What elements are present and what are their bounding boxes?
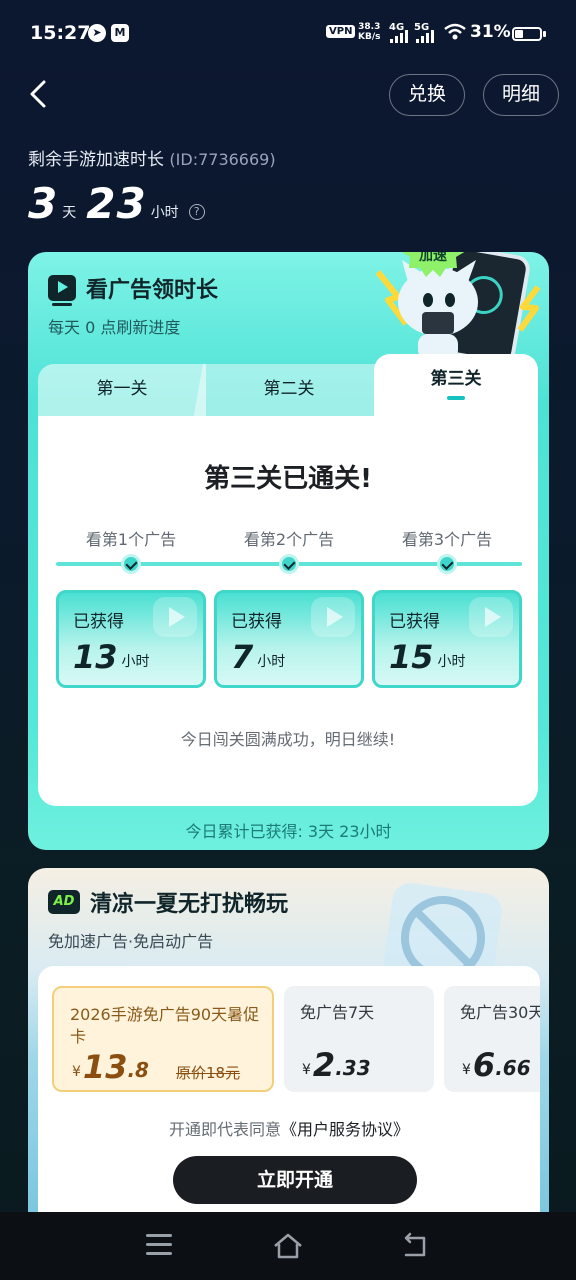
plan-list[interactable]: 2026手游免广告90天暑促卡 ¥13.8 原价18元 免广告7天 ¥2.33 … bbox=[52, 986, 540, 1094]
tab-level-1[interactable]: 第一关 bbox=[38, 364, 206, 420]
status-bar: 15:27 ➤ M VPN 38.3 KB/s 4G 5G 31% bbox=[0, 0, 576, 68]
active-tab-indicator bbox=[447, 396, 465, 400]
ad-free-card: AD 清凉一夏无打扰畅玩 免加速广告·免启动广告 2026手游免广告90天暑促卡… bbox=[28, 868, 549, 1212]
reward-hours: 13 bbox=[73, 638, 118, 676]
back-icon[interactable] bbox=[22, 74, 62, 114]
ad-free-subtitle: 免加速广告·免启动广告 bbox=[48, 932, 214, 951]
plan-price: ¥13.8 bbox=[72, 1048, 149, 1086]
plan-price: ¥2.33 bbox=[302, 1046, 371, 1084]
service-agreement-link[interactable]: 《用户服务协议》 bbox=[281, 1120, 409, 1139]
check-icon bbox=[121, 554, 141, 574]
mail-icon: M bbox=[111, 24, 129, 42]
battery-percent: 31% bbox=[470, 22, 511, 42]
play-icon bbox=[469, 597, 513, 637]
user-id: (ID:7736669) bbox=[169, 150, 276, 169]
reward-card: 已获得 7 小时 bbox=[214, 590, 364, 688]
watch-ad-card: 看广告领时长 每天 0 点刷新进度 免费 加速 第一关 第二关 第三关 第三关已… bbox=[28, 252, 549, 850]
reward-card: 已获得 15 小时 bbox=[372, 590, 522, 688]
free-boost-badge: 免费 加速 bbox=[401, 252, 465, 277]
home-icon[interactable] bbox=[272, 1232, 304, 1260]
plans-panel: 2026手游免广告90天暑促卡 ¥13.8 原价18元 免广告7天 ¥2.33 … bbox=[38, 966, 540, 1212]
exchange-button[interactable]: 兑换 bbox=[389, 74, 465, 116]
remaining-label: 剩余手游加速时长 (ID:7736669) bbox=[28, 150, 276, 170]
passed-title: 第三关已通关! bbox=[204, 464, 372, 494]
svg-text:加速: 加速 bbox=[418, 252, 447, 264]
hours-value: 23 bbox=[86, 179, 147, 228]
remaining-time: 3 天 23 小时 ? bbox=[28, 176, 205, 228]
level-tabs: 第一关 第二关 第三关 bbox=[38, 354, 538, 420]
reward-hours: 7 bbox=[231, 638, 254, 676]
system-nav-bar bbox=[0, 1212, 576, 1280]
vpn-badge: VPN bbox=[326, 25, 356, 38]
plan-option-30days[interactable]: 免广告30天 ¥6.66 bbox=[444, 986, 540, 1092]
battery-icon bbox=[512, 27, 542, 41]
status-time: 15:27 bbox=[30, 22, 91, 44]
plan-name: 免广告30天 bbox=[460, 1003, 540, 1022]
wifi-icon bbox=[444, 22, 466, 47]
help-icon[interactable]: ? bbox=[188, 204, 205, 220]
check-icon bbox=[279, 554, 299, 574]
agreement-text: 开通即代表同意《用户服务协议》 bbox=[168, 1120, 410, 1139]
tab-level-2[interactable]: 第二关 bbox=[193, 364, 383, 420]
open-now-button[interactable]: 立即开通 bbox=[173, 1156, 417, 1204]
detail-button[interactable]: 明细 bbox=[483, 74, 559, 116]
level-panel: 第三关已通关! 看第1个广告 已获得 13 小时 看第2个广告 已获得 7 小时 看… bbox=[38, 416, 538, 806]
return-icon[interactable] bbox=[400, 1232, 432, 1260]
telegram-icon: ➤ bbox=[88, 24, 106, 42]
ad-free-title: 清凉一夏无打扰畅玩 bbox=[90, 892, 289, 917]
reward-card: 已获得 13 小时 bbox=[56, 590, 206, 688]
check-icon bbox=[437, 554, 457, 574]
signal-icon bbox=[416, 30, 434, 43]
step-label: 看第1个广告 bbox=[85, 530, 177, 549]
signal-icon bbox=[390, 30, 408, 43]
net-speed: 38.3 KB/s bbox=[358, 22, 381, 42]
ad-icon: AD bbox=[48, 890, 80, 914]
plan-option-7days[interactable]: 免广告7天 ¥2.33 bbox=[284, 986, 434, 1092]
plan-name: 2026手游免广告90天暑促卡 bbox=[70, 1005, 260, 1046]
reward-hours: 15 bbox=[389, 638, 434, 676]
plan-option-90days[interactable]: 2026手游免广告90天暑促卡 ¥13.8 原价18元 bbox=[52, 986, 274, 1092]
step-label: 看第3个广告 bbox=[401, 530, 493, 549]
ad-card-title: 看广告领时长 bbox=[86, 278, 219, 303]
play-icon bbox=[153, 597, 197, 637]
ad-card-subtitle: 每天 0 点刷新进度 bbox=[48, 318, 181, 337]
done-message: 今日闯关圆满成功，明日继续! bbox=[180, 730, 396, 749]
step-label: 看第2个广告 bbox=[243, 530, 335, 549]
tv-play-icon bbox=[48, 275, 76, 306]
original-price: 原价18元 bbox=[176, 1064, 241, 1082]
today-total: 今日累计已获得: 3天 23小时 bbox=[185, 822, 392, 841]
plan-price: ¥6.66 bbox=[462, 1046, 531, 1084]
menu-icon[interactable] bbox=[146, 1234, 172, 1256]
days-value: 3 bbox=[28, 179, 59, 228]
play-icon bbox=[311, 597, 355, 637]
tab-level-3[interactable]: 第三关 bbox=[374, 354, 538, 420]
